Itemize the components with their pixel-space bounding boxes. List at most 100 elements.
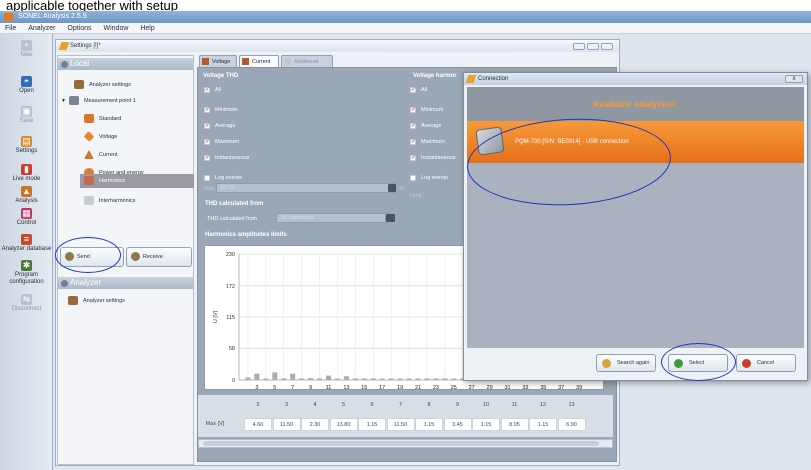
table-value-cell[interactable]: 11.50 (386, 418, 415, 431)
scrollbar-thumb[interactable] (203, 441, 599, 446)
thd-maximum-checkbox[interactable]: Maximum (204, 138, 239, 146)
pencil-icon (58, 42, 70, 50)
harm-log-events-checkbox[interactable]: Log events (410, 174, 448, 182)
table-value-cell[interactable]: 2.30 (301, 418, 329, 431)
thd-all-checkbox[interactable]: All (204, 86, 221, 94)
tree-item-harmonics[interactable]: Harmonics (80, 174, 194, 188)
table-value-cell[interactable]: 11.50 (272, 418, 301, 431)
x-tick-label: 23 (433, 385, 439, 391)
table-header-cell: 12 (539, 402, 547, 408)
bar-20 (406, 378, 412, 380)
thd-calculated-select[interactable]: 40 harmonics (276, 213, 386, 223)
tree-item-remote-analyzer-settings[interactable]: Analyzer settings (68, 294, 125, 308)
minimize-button[interactable] (573, 43, 585, 50)
checkbox-icon (204, 122, 210, 129)
x-tick-label: 3 (255, 385, 258, 391)
menu-help[interactable]: Help (135, 23, 159, 34)
harm-minimum-checkbox[interactable]: Minimum (410, 106, 443, 114)
table-value-cell[interactable]: 1.15 (415, 418, 443, 431)
analyzer-section-header[interactable]: Analyzer (58, 277, 193, 289)
select-button[interactable]: Select (668, 354, 728, 372)
bar-12 (334, 378, 340, 380)
table-value-cell[interactable]: 1.15 (529, 418, 557, 431)
x-tick-label: 31 (504, 385, 510, 391)
analyzer-list-item[interactable]: PQM-700 [S/N: BE0314] - USB connection (467, 121, 804, 163)
table-value-cell[interactable]: 8.05 (500, 418, 529, 431)
analyzer-settings-icon (74, 80, 84, 90)
toolbar-disconnect-button[interactable]: ⇋ Disconnect (0, 294, 53, 313)
settings-icon: ▤ (21, 136, 32, 147)
menu-options[interactable]: Options (62, 23, 96, 34)
toolbar-open-button[interactable]: ◓ Open (0, 76, 53, 95)
harm-limit-label: Limit (410, 193, 422, 199)
checkbox-icon (204, 154, 210, 161)
horizontal-scrollbar[interactable] (198, 439, 613, 448)
interharmonics-icon (84, 196, 94, 206)
page-heading: applicable together with setup (0, 0, 811, 11)
bar-18 (388, 378, 394, 380)
thd-average-checkbox[interactable]: Average (204, 122, 235, 130)
thd-max-spinner[interactable] (388, 184, 396, 192)
toolbar-configuration-button[interactable]: ✱ Program configuration (0, 260, 53, 286)
toolbar-control-button[interactable]: ▦ Control (0, 208, 53, 227)
additional-tab-icon (284, 58, 291, 65)
toolbar-settings-button[interactable]: ▤ Settings (0, 136, 53, 155)
toolbar-live-mode-button[interactable]: ▮ Live mode (0, 164, 53, 183)
table-header-cell: 10 (482, 402, 490, 408)
thd-instantaneous-checkbox[interactable]: Instantaneous (204, 154, 250, 162)
checkbox-icon (410, 174, 416, 181)
thd-max-input[interactable]: 85.00 (216, 183, 396, 193)
maximize-button[interactable] (587, 43, 599, 50)
bar-7 (290, 373, 296, 380)
tab-additional[interactable]: Additional (281, 55, 333, 67)
close-button[interactable] (601, 43, 613, 50)
harm-all-checkbox[interactable]: All (410, 86, 427, 94)
cancel-icon (742, 359, 751, 368)
chevron-down-icon[interactable] (386, 214, 395, 222)
menu-file[interactable]: File (0, 23, 21, 34)
tab-voltage[interactable]: Voltage (199, 55, 237, 67)
menu-analyzer[interactable]: Analyzer (23, 23, 60, 34)
analysis-icon: ▲ (21, 186, 32, 197)
cancel-button[interactable]: Cancel (736, 354, 796, 372)
table-value-cell[interactable]: 13.80 (329, 418, 358, 431)
bar-19 (397, 378, 403, 380)
harmonics-table: Max [V] 2 4.60 3 11.50 4 2.30 5 13.80 6 1.15 7 11.5… (198, 395, 613, 437)
table-value-cell[interactable]: 1.15 (472, 418, 500, 431)
tree-item-measurement-point[interactable]: ▾ Measurement point 1 (62, 94, 136, 108)
toolbar-database-button[interactable]: ≡ Analyzer database (0, 234, 53, 253)
x-tick-label: 21 (415, 385, 421, 391)
tree-item-standard[interactable]: Standard (84, 112, 121, 126)
tree-item-analyzer-settings[interactable]: Analyzer settings (74, 78, 131, 92)
tree-item-current[interactable]: Current (84, 148, 117, 162)
table-value-cell[interactable]: 3.45 (443, 418, 472, 431)
bar-10 (317, 378, 323, 380)
table-header-cell: 13 (568, 402, 575, 408)
window-titlebar: SONEL Analysis 2.5.9 (0, 11, 811, 23)
configuration-icon: ✱ (21, 260, 32, 271)
send-button[interactable]: Send (60, 247, 124, 267)
tree-item-voltage[interactable]: Voltage (83, 130, 117, 144)
harm-maximum-checkbox[interactable]: Maximum (410, 138, 445, 146)
local-section-header[interactable]: Local (58, 58, 193, 70)
thd-log-events-checkbox[interactable]: Log events (204, 174, 242, 182)
x-tick-label: 29 (487, 385, 493, 391)
harm-average-checkbox[interactable]: Average (410, 122, 441, 130)
harm-instantaneous-checkbox[interactable]: Instantaneous (410, 154, 456, 162)
table-value-cell[interactable]: 6.90 (557, 418, 586, 431)
toolbar-new-button[interactable]: + New (0, 40, 53, 59)
toolbar-save-button[interactable]: ▣ Save (0, 106, 53, 125)
tab-current[interactable]: Current (239, 55, 279, 67)
table-value-cell[interactable]: 4.60 (244, 418, 272, 431)
settings-tabs: Voltage Current Additional (199, 55, 379, 67)
analyzer-settings-icon (68, 296, 78, 306)
search-again-button[interactable]: Search again (596, 354, 656, 372)
table-value-cell[interactable]: 1.15 (358, 418, 386, 431)
dialog-close-button[interactable]: x (785, 75, 803, 83)
toolbar-analysis-button[interactable]: ▲ Analysis (0, 186, 53, 205)
table-header-cell: 4 (313, 402, 317, 408)
thd-minimum-checkbox[interactable]: Minimum (204, 106, 237, 114)
receive-button[interactable]: Receive (126, 247, 192, 267)
menu-window[interactable]: Window (99, 23, 134, 34)
tree-item-interharmonics[interactable]: Interharmonics (84, 194, 135, 208)
